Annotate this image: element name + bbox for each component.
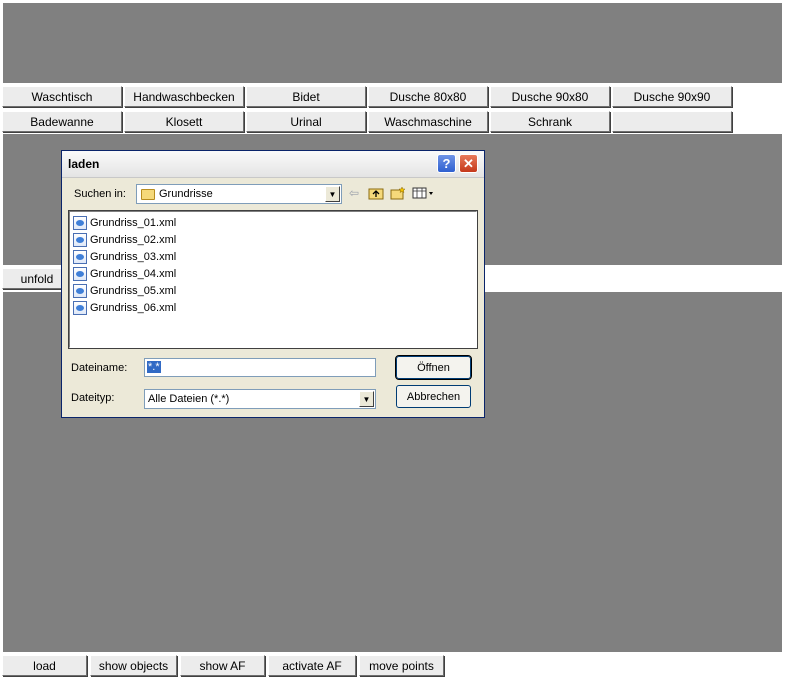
file-list[interactable]: Grundriss_01.xml Grundriss_02.xml Grundr… (68, 210, 478, 349)
dialog-title: laden (68, 157, 100, 171)
close-icon[interactable]: ✕ (459, 154, 478, 173)
filename-label: Dateiname: (71, 362, 128, 374)
look-in-value: Grundrisse (159, 188, 213, 200)
filename-value: *.* (147, 361, 161, 373)
waschtisch-button[interactable]: Waschtisch (2, 86, 122, 107)
list-item[interactable]: Grundriss_05.xml (73, 283, 176, 298)
dusche-80x80-button[interactable]: Dusche 80x80 (368, 86, 488, 107)
move-points-button[interactable]: move points (359, 655, 444, 676)
top-canvas (3, 3, 782, 83)
dusche-90x90-button[interactable]: Dusche 90x90 (612, 86, 732, 107)
folder-icon (141, 188, 155, 200)
load-button[interactable]: load (2, 655, 87, 676)
look-in-dropdown[interactable]: Grundrisse ▼ (136, 184, 342, 204)
file-name: Grundriss_05.xml (90, 284, 177, 297)
file-name: Grundriss_02.xml (90, 233, 177, 246)
list-item[interactable]: Grundriss_02.xml (73, 232, 176, 247)
look-in-label: Suchen in: (74, 188, 126, 200)
show-objects-button[interactable]: show objects (90, 655, 177, 676)
empty-button[interactable] (612, 111, 732, 132)
back-arrow-icon[interactable]: ⇦ (346, 185, 362, 201)
file-name: Grundriss_01.xml (90, 216, 177, 229)
dusche-90x80-button[interactable]: Dusche 90x80 (490, 86, 610, 107)
chevron-down-icon[interactable]: ▼ (325, 186, 340, 202)
new-folder-icon[interactable] (390, 185, 406, 201)
list-item[interactable]: Grundriss_01.xml (73, 215, 176, 230)
cancel-button[interactable]: Abbrechen (396, 385, 471, 408)
list-item[interactable]: Grundriss_03.xml (73, 249, 176, 264)
chevron-down-icon[interactable]: ▼ (359, 391, 374, 407)
open-button[interactable]: Öffnen (395, 355, 472, 380)
activate-af-button[interactable]: activate AF (268, 655, 356, 676)
schrank-button[interactable]: Schrank (490, 111, 610, 132)
filetype-value: Alle Dateien (*.*) (148, 393, 230, 405)
klosett-button[interactable]: Klosett (124, 111, 244, 132)
file-name: Grundriss_06.xml (90, 301, 177, 314)
xml-file-icon (73, 249, 87, 264)
xml-file-icon (73, 283, 87, 298)
help-icon[interactable]: ? (437, 154, 456, 173)
xml-file-icon (73, 300, 87, 315)
list-item[interactable]: Grundriss_04.xml (73, 266, 176, 281)
waschmaschine-button[interactable]: Waschmaschine (368, 111, 488, 132)
load-dialog: laden ? ✕ Suchen in: Grundrisse ▼ ⇦ Grun… (61, 150, 485, 418)
xml-file-icon (73, 232, 87, 247)
xml-file-icon (73, 266, 87, 281)
handwaschbecken-button[interactable]: Handwaschbecken (124, 86, 244, 107)
filetype-dropdown[interactable]: Alle Dateien (*.*) ▼ (144, 389, 376, 409)
badewanne-button[interactable]: Badewanne (2, 111, 122, 132)
show-af-button[interactable]: show AF (180, 655, 265, 676)
list-item[interactable]: Grundriss_06.xml (73, 300, 176, 315)
dialog-titlebar[interactable]: laden ? ✕ (62, 151, 484, 178)
view-menu-icon[interactable] (412, 185, 436, 201)
urinal-button[interactable]: Urinal (246, 111, 366, 132)
up-folder-icon[interactable] (368, 185, 384, 201)
filename-field[interactable]: *.* (144, 358, 376, 377)
filetype-label: Dateityp: (71, 392, 115, 404)
bidet-button[interactable]: Bidet (246, 86, 366, 107)
file-name: Grundriss_04.xml (90, 267, 177, 280)
file-name: Grundriss_03.xml (90, 250, 177, 263)
xml-file-icon (73, 215, 87, 230)
